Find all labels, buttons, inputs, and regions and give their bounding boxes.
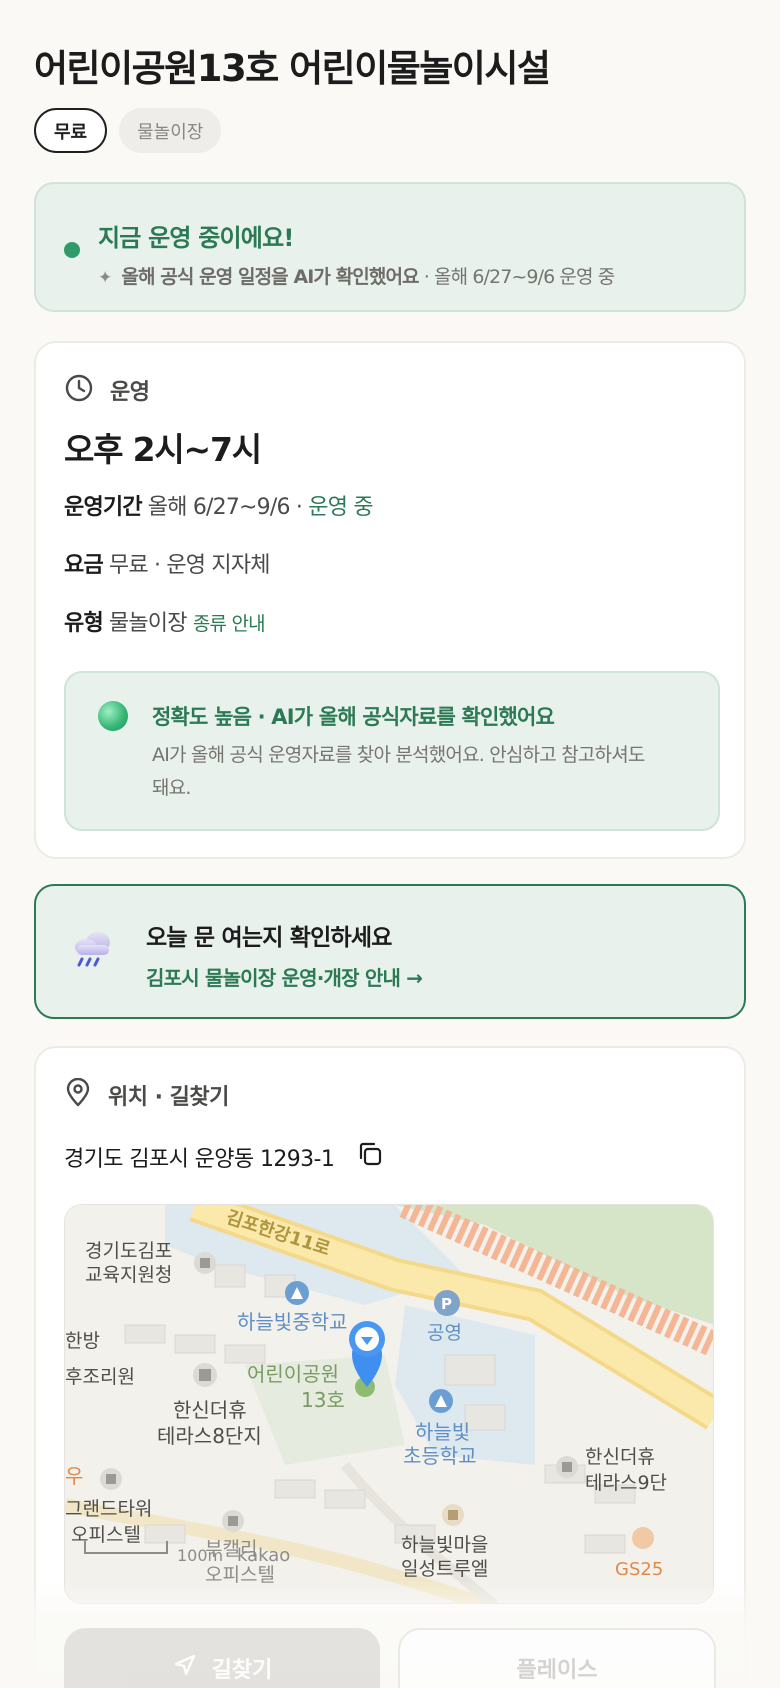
copy-icon[interactable] xyxy=(356,1140,384,1174)
type-value: 물놀이장 xyxy=(108,611,193,636)
map-label-apt-2: 테라스8단지 xyxy=(157,1424,262,1448)
map-label-village-2: 일성트루엘 xyxy=(401,1558,488,1580)
place-info-label: 플레이스 xyxy=(516,1658,598,1683)
directions-label: 길찾기 xyxy=(211,1658,273,1683)
map-pin-icon xyxy=(64,1077,92,1112)
page-title: 어린이공원13호 어린이물놀이시설 xyxy=(34,47,551,90)
fee-chip[interactable]: 무료 xyxy=(34,108,108,153)
type-key: 유형 xyxy=(64,611,104,636)
map-label-left-2: 후조리원 xyxy=(65,1366,135,1388)
directions-button[interactable]: 길찾기 xyxy=(64,1628,380,1688)
notice-link[interactable]: 김포시 물놀이장 운영·개장 안내 → xyxy=(146,962,423,991)
hours-section-label: 운영 xyxy=(110,380,150,405)
fee-key: 요금 xyxy=(64,553,104,578)
accuracy-box: 정확도 높음 · AI가 올해 공식자료를 확인했어요 AI가 올해 공식 운영… xyxy=(64,671,720,831)
map-view[interactable]: 김포한강11로 경기도김포 교육지원청 하늘빛중학교 P 공영 한방 후조리원 … xyxy=(64,1204,714,1604)
map-label-apt-1: 한신더휴 xyxy=(173,1398,247,1422)
map-label-park-1: 어린이공원 xyxy=(247,1362,339,1386)
address-text: 경기도 김포시 운양동 1293-1 xyxy=(64,1147,335,1172)
map-label-office-1: 경기도김포 xyxy=(85,1240,172,1262)
place-info-button[interactable]: 플레이스 xyxy=(398,1628,716,1688)
location-section-label: 위치 · 길찾기 xyxy=(108,1085,229,1110)
open-check-notice[interactable]: 오늘 문 여는지 확인하세요 김포시 물놀이장 운영·개장 안내 → xyxy=(34,884,746,1019)
map-label-middle-school: 하늘빛중학교 xyxy=(237,1310,347,1334)
period-key: 운영기간 xyxy=(64,495,143,520)
map-label-office-bl-1: 그랜드타워 xyxy=(65,1498,152,1520)
period-value: 올해 6/27~9/6 · xyxy=(147,495,309,520)
address-row: 경기도 김포시 운양동 1293-1 xyxy=(64,1140,384,1174)
map-scale: 100m xyxy=(177,1546,223,1565)
map-label-office-bl-2: 오피스텔 xyxy=(71,1524,141,1546)
period-status: 운영 중 xyxy=(308,495,373,520)
map-label-apt-right-2: 테라스9단 xyxy=(585,1472,667,1494)
operating-hours: 오후 2시~7시 xyxy=(64,430,262,469)
location-section-header: 위치 · 길찾기 xyxy=(64,1077,229,1112)
navigation-arrow-icon xyxy=(172,1652,198,1684)
type-row: 유형 물놀이장 종류 안내 xyxy=(64,605,266,637)
map-label-left-orange: 우 xyxy=(65,1464,83,1488)
clock-icon xyxy=(64,373,94,407)
type-guide-link[interactable]: 종류 안내 xyxy=(193,613,266,635)
period-row: 운영기간 올해 6/27~9/6 · 운영 중 xyxy=(64,489,374,521)
svg-text:P: P xyxy=(441,1295,452,1313)
map-label-village-1: 하늘빛마을 xyxy=(401,1534,488,1556)
place-detail-page: 어린이공원13호 어린이물놀이시설 무료 물놀이장 지금 운영 중이에요! ✦ 올… xyxy=(0,0,780,1688)
map-label-parking: 공영 xyxy=(427,1322,462,1344)
ai-note-text: 올해 공식 운영 일정을 AI가 확인했어요 xyxy=(121,266,419,288)
notice-title: 오늘 문 여는지 확인하세요 xyxy=(146,925,392,951)
map-label-elem-2: 초등학교 xyxy=(403,1444,477,1468)
map-label-office-2: 교육지원청 xyxy=(85,1264,172,1286)
ai-detail-text: · 올해 6/27~9/6 운영 중 xyxy=(418,266,615,288)
map-canvas: 김포한강11로 경기도김포 교육지원청 하늘빛중학교 P 공영 한방 후조리원 … xyxy=(65,1205,713,1603)
operating-status-banner: 지금 운영 중이에요! ✦ 올해 공식 운영 일정을 AI가 확인했어요 · 올해… xyxy=(34,182,746,312)
status-dot-icon xyxy=(64,242,80,258)
status-title: 지금 운영 중이에요! xyxy=(98,224,294,252)
map-label-store: GS25 xyxy=(615,1559,663,1580)
accuracy-description: AI가 올해 공식 운영자료를 찾아 분석했어요. 안심하고 참고하셔도 돼요. xyxy=(152,744,645,799)
hours-section-header: 운영 xyxy=(64,373,150,407)
tag-chips: 무료 물놀이장 xyxy=(34,108,222,153)
accuracy-title: 정확도 높음 · AI가 올해 공식자료를 확인했어요 xyxy=(152,705,555,729)
rain-cloud-icon xyxy=(72,930,116,974)
hours-card: 운영 오후 2시~7시 운영기간 올해 6/27~9/6 · 운영 중 요금 무료 … xyxy=(34,341,746,859)
map-brand: kakao xyxy=(237,1545,290,1566)
status-ai-note: ✦ 올해 공식 운영 일정을 AI가 확인했어요 · 올해 6/27~9/6 운영… xyxy=(98,262,615,289)
fee-value: 무료 · 운영 지자체 xyxy=(108,553,271,578)
sparkle-icon: ✦ xyxy=(98,268,112,288)
accuracy-orb-icon xyxy=(98,701,128,731)
map-label-apt-right-1: 한신더휴 xyxy=(585,1446,655,1468)
type-chip[interactable]: 물놀이장 xyxy=(119,108,222,153)
map-label-elem-1: 하늘빛 xyxy=(415,1420,470,1444)
map-label-left-1: 한방 xyxy=(65,1330,100,1352)
map-label-park-2: 13호 xyxy=(301,1388,345,1412)
fee-row: 요금 무료 · 운영 지자체 xyxy=(64,547,271,579)
